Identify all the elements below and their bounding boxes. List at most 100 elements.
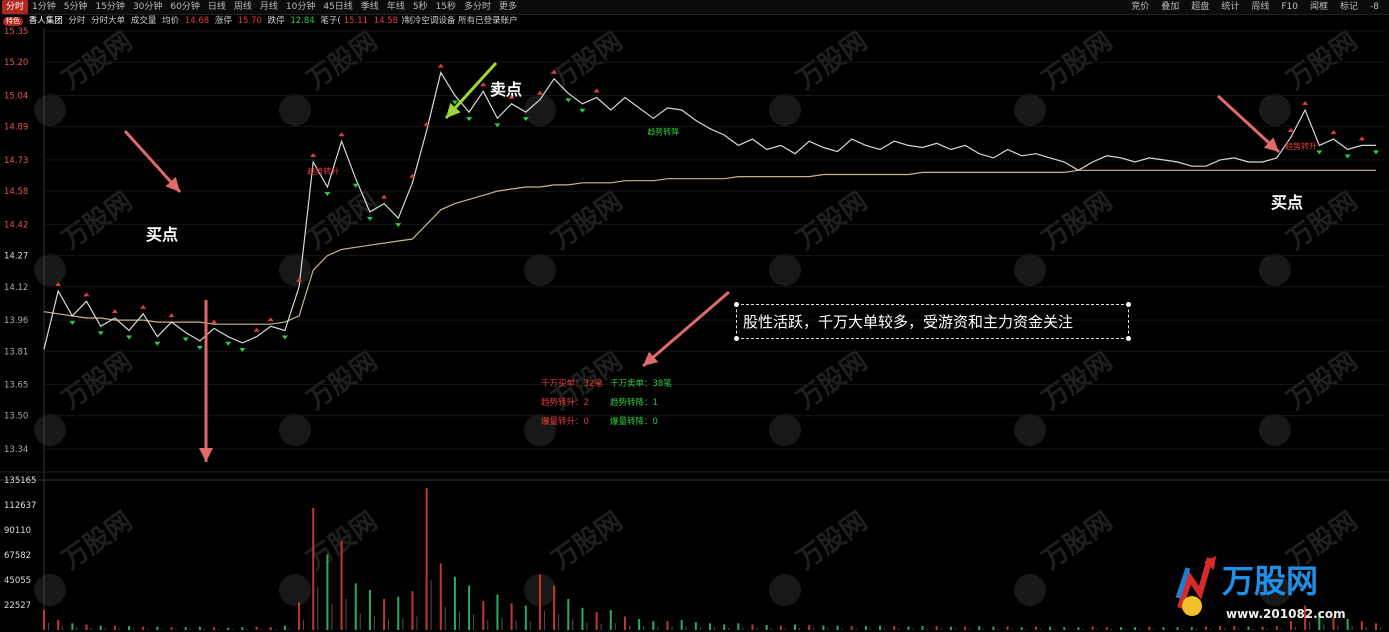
volume-bar-minor (827, 628, 829, 630)
volume-bar-minor (841, 628, 843, 630)
volume-bar-minor (614, 623, 616, 630)
volume-bar-minor (303, 620, 305, 630)
buy-point-label-1: 买点 (146, 225, 179, 244)
watermark-tile: 万股网 (769, 26, 873, 126)
volume-bar (836, 625, 839, 630)
resize-handle-tr[interactable] (1126, 302, 1131, 307)
sell-tick-marker (126, 335, 133, 340)
stat-big-sell-label: 千万卖单： (610, 379, 653, 389)
stat-trend-up-value: 2 (583, 398, 589, 408)
volume-bar-minor (742, 627, 744, 630)
volume-bar (71, 623, 74, 630)
intraday-chart[interactable]: 万股网 万股网 万股网 万股网 万股网 万股网万股网 万股网 万股网 万股网 万股网 万股网万股网万… (0, 0, 1389, 632)
volume-bar (652, 621, 655, 630)
volume-bar (383, 598, 386, 630)
price-tick-label: 15.35 (4, 27, 28, 37)
volume-bar-minor (345, 598, 347, 630)
volume-bar-minor (1280, 628, 1282, 630)
volume-axis: 135165 112637 90110 67582 45055 22527 (4, 476, 36, 611)
volume-bar (538, 574, 541, 630)
volume-bar-minor (1181, 629, 1183, 630)
watermark-tile: 万股网 (279, 186, 383, 286)
volume-bar (978, 626, 981, 630)
volume-bar-minor (884, 628, 886, 630)
volume-bar-minor (260, 628, 262, 630)
watermark-emblem (769, 94, 801, 126)
buy-tick-marker (593, 88, 600, 93)
volume-bar-minor (218, 629, 220, 630)
volume-bar-minor (1011, 628, 1013, 630)
volume-bar (57, 620, 60, 630)
resize-handle-tl[interactable] (734, 302, 739, 307)
volume-bar (1119, 627, 1122, 630)
stat-big-sell-value: 38笔 (652, 379, 672, 389)
volume-bar (609, 610, 612, 630)
trade-markers: 趋势转升 趋势转降趋势转升 (55, 63, 1379, 352)
volume-bar-minor (373, 616, 375, 630)
volume-bar-minor (1082, 629, 1084, 630)
volume-bar (553, 585, 556, 630)
volume-bar-minor (62, 626, 64, 630)
volume-bar-minor (898, 628, 900, 630)
watermark-emblem (34, 254, 66, 286)
volume-bar-minor (784, 628, 786, 630)
watermark-emblem (769, 414, 801, 446)
watermark-text: 万股网 (792, 506, 873, 575)
resize-handle-bl[interactable] (734, 336, 739, 341)
volume-bar-minor (232, 629, 234, 630)
buy-tick-marker (83, 292, 90, 297)
volume-bar (864, 626, 867, 630)
volume-bar (737, 623, 740, 630)
volume-bar-minor (458, 611, 460, 630)
volume-bar-minor (586, 622, 588, 630)
volume-bar (298, 602, 301, 630)
annotation-note-text: 股性活跃，千万大单较多，受游资和主力资金关注 (743, 313, 1074, 331)
price-tick-label: 15.04 (4, 91, 28, 101)
watermark-tile: 万股网 (1014, 26, 1118, 126)
watermark-text: 万股网 (1037, 186, 1118, 255)
volume-bar (794, 624, 797, 630)
volume-bar (623, 616, 626, 630)
volume-bar (85, 624, 88, 630)
volume-bar-minor (317, 587, 319, 630)
watermark-text: 万股网 (57, 26, 138, 95)
volume-bar (524, 605, 527, 630)
volume-bar-minor (402, 618, 404, 630)
annotation-note-box[interactable]: 股性活跃，千万大单较多，受游资和主力资金关注 (734, 302, 1131, 341)
watermark-text: 万股网 (792, 186, 873, 255)
volume-bar (170, 627, 173, 630)
sell-tick-marker (324, 191, 331, 196)
volume-bar-minor (657, 626, 659, 630)
buy-tick-marker (437, 63, 444, 68)
volume-bar (425, 487, 428, 630)
volume-bar (99, 625, 102, 630)
volume-bar-minor (1096, 628, 1098, 630)
watermark-tile: 万股网 (279, 506, 383, 606)
volume-bar-minor (1252, 628, 1254, 630)
brand-name: 万股网 (1222, 562, 1318, 600)
volume-tick-label: 45055 (4, 576, 31, 586)
watermark-tile: 万股网 (524, 186, 628, 286)
watermark-emblem (279, 94, 311, 126)
volume-bar-minor (869, 628, 871, 630)
volume-bar (893, 626, 896, 630)
volume-bar (666, 621, 669, 630)
volume-bar-minor (600, 623, 602, 630)
volume-bar-minor (1025, 629, 1027, 630)
watermark-emblem (1259, 414, 1291, 446)
volume-bar-minor (331, 603, 333, 630)
volume-bar (1091, 626, 1094, 630)
volume-bar (198, 626, 201, 630)
volume-bar (1134, 627, 1137, 630)
sell-tick-marker (154, 341, 161, 346)
volume-bar-minor (104, 628, 106, 630)
volume-bar-minor (714, 627, 715, 630)
sell-tick-marker (225, 341, 232, 346)
watermark-text: 万股网 (1037, 26, 1118, 95)
resize-handle-br[interactable] (1126, 336, 1131, 341)
volume-bar-minor (388, 619, 390, 630)
volume-bar-minor (1380, 627, 1381, 630)
watermark-emblem (279, 254, 311, 286)
buy-tick-marker (381, 194, 388, 199)
volume-bar-minor (926, 628, 928, 630)
